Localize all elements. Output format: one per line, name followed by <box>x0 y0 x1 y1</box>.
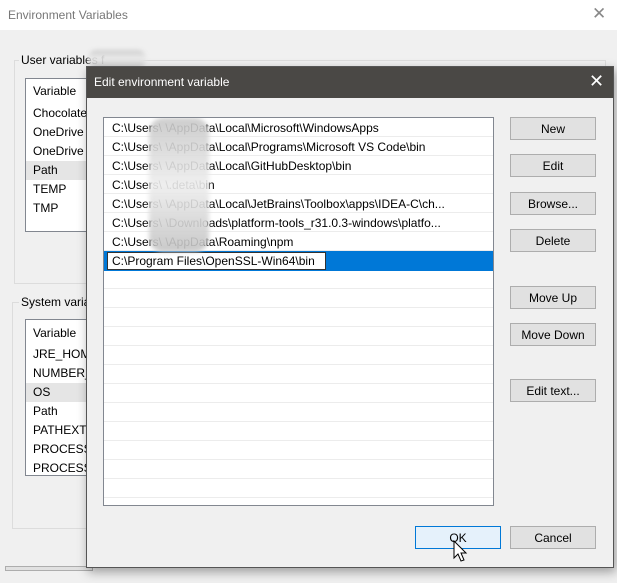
list-item[interactable]: OneDrive <box>33 142 84 161</box>
new-button[interactable]: New <box>510 117 596 140</box>
list-item[interactable]: Path <box>33 402 58 421</box>
outer-title-bar: Environment Variables ✕ <box>0 0 617 30</box>
list-item[interactable]: PROCESS <box>33 440 92 459</box>
path-entries-list[interactable]: C:\Users\ \AppData\Local\Microsoft\Windo… <box>103 117 494 506</box>
list-item[interactable]: Chocolate <box>33 104 87 123</box>
edit-text-button[interactable]: Edit text... <box>510 379 596 402</box>
empty-row <box>104 309 493 327</box>
outer-window-title: Environment Variables <box>8 8 128 22</box>
edit-environment-variable-dialog: Edit environment variable ✕ C:\Users\ \A… <box>86 66 614 568</box>
move-up-button[interactable]: Move Up <box>510 286 596 309</box>
empty-row <box>104 290 493 308</box>
empty-row <box>104 366 493 384</box>
list-item[interactable]: OneDrive <box>33 123 84 142</box>
browse-button[interactable]: Browse... <box>510 192 596 215</box>
outer-button-partial[interactable] <box>5 566 93 571</box>
list-item[interactable]: TMP <box>33 199 58 218</box>
empty-row <box>104 271 493 289</box>
list-item[interactable]: PATHEXT <box>33 421 87 440</box>
column-header-variable[interactable]: Variable <box>33 324 76 343</box>
empty-row <box>104 328 493 346</box>
list-item[interactable]: NUMBER_ <box>33 364 92 383</box>
empty-row <box>104 461 493 479</box>
list-item[interactable]: PROCESS <box>33 459 92 475</box>
empty-row <box>104 480 493 498</box>
move-down-button[interactable]: Move Down <box>510 323 596 346</box>
edit-button[interactable]: Edit <box>510 154 596 177</box>
system-variables-label: System varia <box>19 295 93 309</box>
empty-row <box>104 423 493 441</box>
empty-row <box>104 385 493 403</box>
empty-row <box>104 347 493 365</box>
redacted-username <box>149 118 209 252</box>
delete-button[interactable]: Delete <box>510 229 596 252</box>
dialog-title: Edit environment variable <box>94 75 230 89</box>
column-header-variable[interactable]: Variable <box>33 82 76 101</box>
empty-row <box>104 404 493 422</box>
mouse-cursor-icon <box>453 540 468 562</box>
cancel-button[interactable]: Cancel <box>510 526 596 549</box>
outer-close-icon[interactable]: ✕ <box>592 4 606 24</box>
list-item[interactable]: TEMP <box>33 180 66 199</box>
dialog-title-bar: Edit environment variable ✕ <box>87 67 613 98</box>
list-item[interactable]: JRE_HOM <box>33 345 90 364</box>
entry-edit-input[interactable]: C:\Program Files\OpenSSL-Win64\bin <box>107 252 326 270</box>
dialog-close-icon[interactable]: ✕ <box>589 71 604 92</box>
empty-row <box>104 442 493 460</box>
list-item-editing[interactable]: C:\Program Files\OpenSSL-Win64\bin <box>104 251 493 271</box>
